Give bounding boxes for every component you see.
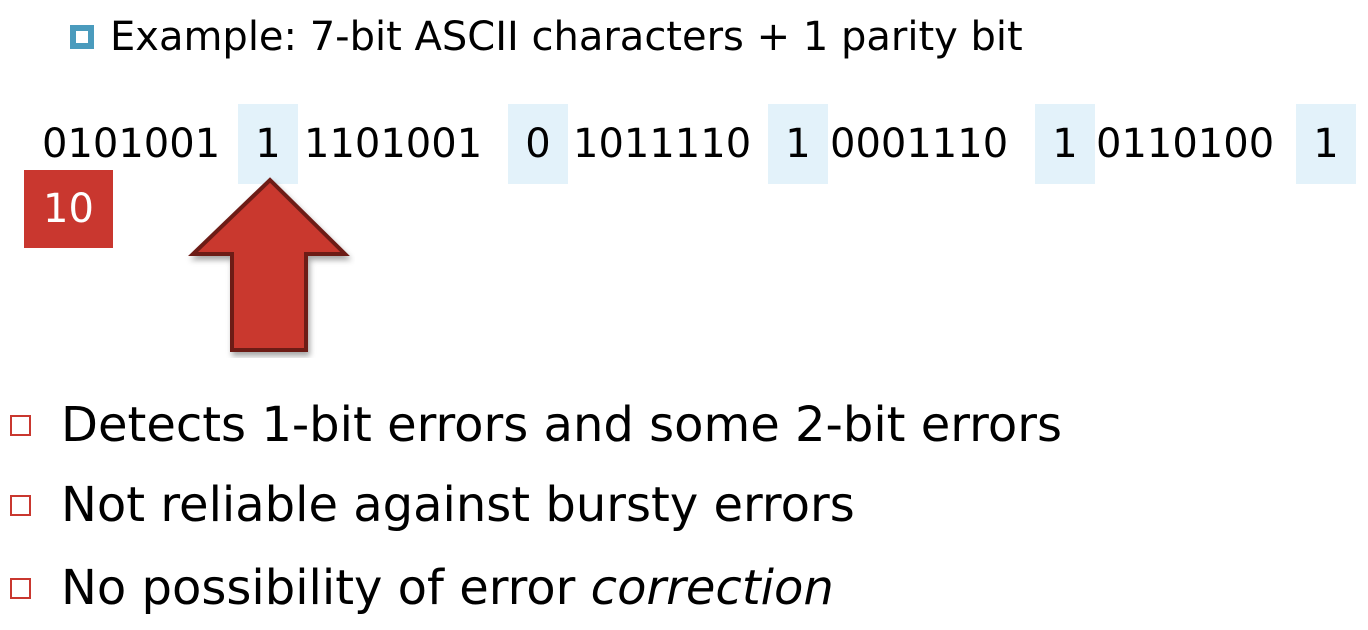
parity-bit: 1	[768, 104, 828, 184]
bullet-text: No possibility of error correction	[61, 560, 834, 616]
example-line: Example: 7-bit ASCII characters + 1 pari…	[70, 10, 1023, 64]
parity-bit: 0	[508, 104, 568, 184]
bullet-text: Detects 1-bit errors and some 2-bit erro…	[61, 397, 1062, 453]
up-arrow-icon	[188, 177, 350, 352]
data-bits-group: 0001110	[830, 121, 1009, 167]
data-bits-group: 1101001	[304, 121, 483, 167]
bullet-text-emphasis: correction	[590, 560, 834, 616]
bullet-item: Detects 1-bit errors and some 2-bit erro…	[0, 390, 1062, 460]
slide-number: 10	[24, 170, 113, 248]
bullet-text: Not reliable against bursty errors	[61, 477, 855, 533]
bullet-item: No possibility of error correction	[0, 553, 834, 623]
bullet-item: Not reliable against bursty errors	[0, 470, 855, 540]
bit-sequence: 0101001 1 1101001 0 1011110 1 0001110 1 …	[0, 104, 1368, 184]
parity-bit: 1	[1296, 104, 1356, 184]
parity-bit: 1	[238, 104, 298, 184]
square-bullet-icon	[70, 25, 94, 49]
square-bullet-icon	[10, 414, 31, 436]
data-bits-group: 0110100	[1096, 121, 1275, 167]
square-bullet-icon	[10, 577, 31, 599]
square-bullet-icon	[10, 494, 31, 516]
parity-bit: 1	[1035, 104, 1095, 184]
example-text: Example: 7-bit ASCII characters + 1 pari…	[110, 14, 1023, 60]
data-bits-group: 1011110	[573, 121, 752, 167]
bullet-text-prefix: No possibility of error	[61, 560, 591, 616]
